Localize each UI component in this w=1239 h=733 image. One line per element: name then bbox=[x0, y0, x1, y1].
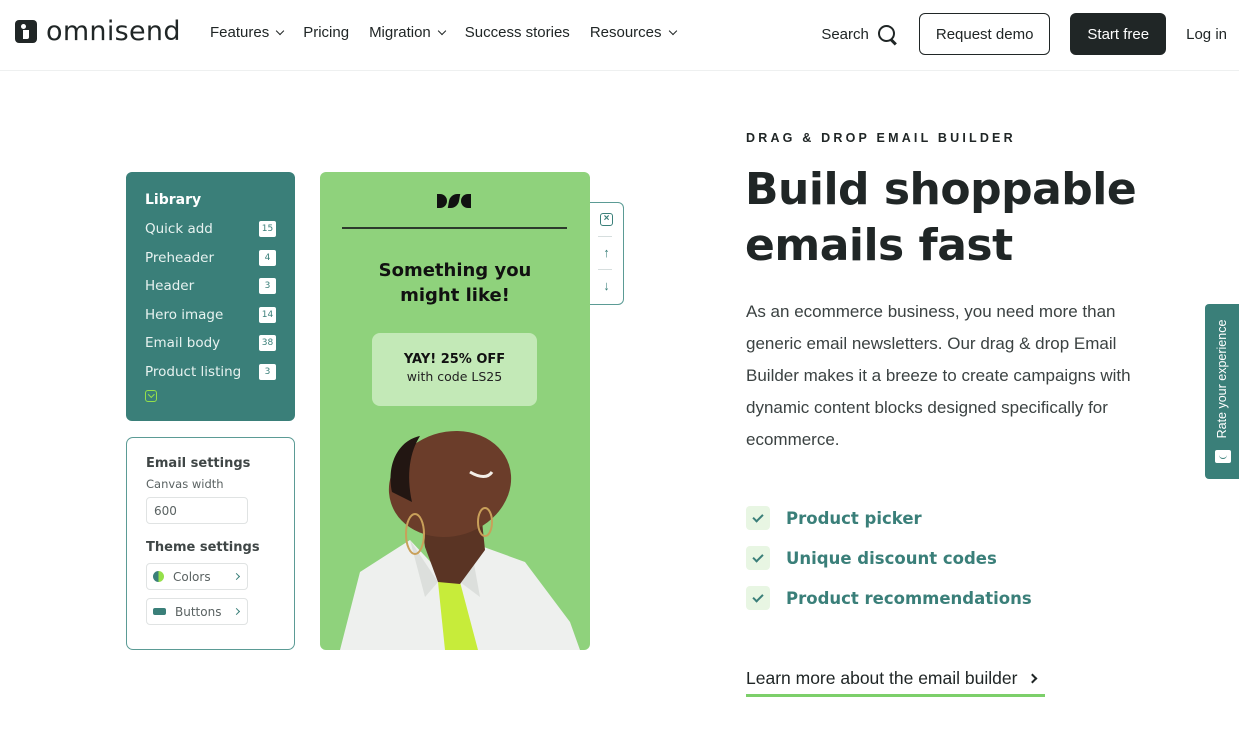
theme-option-buttons[interactable]: Buttons bbox=[146, 598, 248, 625]
email-headline-line: Something you bbox=[378, 260, 532, 281]
block-toolbar: × ↑ ↓ bbox=[590, 202, 624, 305]
library-item-label: Product listing bbox=[145, 363, 242, 380]
discount-coupon: YAY! 25% OFF with code LS25 bbox=[372, 333, 537, 406]
theme-settings-title: Theme settings bbox=[146, 540, 260, 555]
arrow-up-icon: ↑ bbox=[603, 245, 610, 260]
chevron-down-icon bbox=[275, 26, 285, 35]
rate-experience-label: Rate your experience bbox=[1215, 319, 1229, 439]
nav-item-label: Migration bbox=[369, 24, 431, 41]
nav-item-label: Success stories bbox=[464, 24, 570, 41]
library-item-count: 15 bbox=[259, 221, 276, 238]
nav-item-label: Pricing bbox=[303, 24, 350, 41]
library-item[interactable]: Header 3 bbox=[145, 272, 276, 301]
library-item-label: Email body bbox=[145, 335, 221, 352]
coupon-title: YAY! 25% OFF bbox=[403, 352, 506, 367]
omnisend-logo[interactable]: omnisend bbox=[15, 18, 181, 45]
color-swatch-icon bbox=[153, 571, 164, 582]
canvas-width-label: Canvas width bbox=[146, 477, 224, 491]
canvas-width-input[interactable]: 600 bbox=[146, 497, 248, 524]
feature-label: Unique discount codes bbox=[786, 548, 997, 568]
nav-item-pricing[interactable]: Pricing bbox=[303, 24, 349, 41]
coupon-code: with code LS25 bbox=[406, 369, 503, 384]
nav-actions: Search Request demo Start free Log in bbox=[821, 13, 1227, 55]
page-title-line: Build shoppable bbox=[745, 164, 1137, 215]
feature-item: Product recommendations bbox=[746, 572, 1032, 624]
checkmark-icon bbox=[746, 586, 770, 610]
library-item-label: Quick add bbox=[145, 221, 213, 238]
library-item[interactable]: Preheader 4 bbox=[145, 244, 276, 273]
learn-more-label: Learn more about the email builder bbox=[746, 668, 1018, 688]
library-item-count: 3 bbox=[259, 363, 276, 380]
move-down-button[interactable]: ↓ bbox=[590, 269, 623, 302]
library-item[interactable]: Quick add 15 bbox=[145, 215, 276, 244]
checkmark-icon bbox=[746, 546, 770, 570]
button-shape-icon bbox=[153, 608, 166, 615]
nav-item-success-stories[interactable]: Success stories bbox=[465, 24, 570, 41]
theme-option-colors[interactable]: Colors bbox=[146, 563, 248, 590]
email-headline: Something you might like! bbox=[320, 258, 590, 308]
library-item-label: Header bbox=[145, 278, 195, 295]
page-title: Build shoppable emails fast bbox=[745, 162, 1185, 274]
email-preview: Something you might like! YAY! 25% OFF w… bbox=[320, 172, 590, 650]
divider bbox=[342, 227, 567, 229]
page-title-line: emails fast bbox=[745, 220, 1013, 271]
feature-label: Product recommendations bbox=[786, 588, 1032, 608]
library-item-count: 14 bbox=[259, 306, 276, 323]
library-item-label: Preheader bbox=[145, 249, 215, 266]
logo-text: omnisend bbox=[46, 16, 181, 47]
brand-logo-icon bbox=[437, 194, 471, 208]
email-settings-title: Email settings bbox=[146, 456, 251, 471]
feature-list: Product picker Unique discount codes Pro… bbox=[746, 492, 1032, 624]
chevron-right-icon bbox=[232, 607, 241, 616]
start-free-button[interactable]: Start free bbox=[1070, 13, 1167, 55]
nav-item-migration[interactable]: Migration bbox=[369, 24, 447, 41]
library-item[interactable]: Product listing 3 bbox=[145, 358, 276, 387]
learn-more-link[interactable]: Learn more about the email builder bbox=[746, 668, 1045, 697]
expand-chevron-icon[interactable] bbox=[145, 390, 157, 402]
chevron-down-icon bbox=[437, 26, 447, 35]
section-eyebrow: DRAG & DROP EMAIL BUILDER bbox=[746, 131, 1016, 145]
rate-experience-tab[interactable]: Rate your experience bbox=[1205, 304, 1239, 479]
library-item-label: Hero image bbox=[145, 306, 224, 323]
main-menu: Features Pricing Migration Success stori… bbox=[210, 24, 677, 41]
theme-option-label: Colors bbox=[173, 569, 211, 584]
library-panel: Library Quick add 15 Preheader 4 Header … bbox=[126, 172, 295, 421]
library-item-count: 3 bbox=[259, 278, 276, 295]
arrow-down-icon: ↓ bbox=[603, 278, 610, 293]
search-label: Search bbox=[821, 25, 869, 43]
move-up-button[interactable]: ↑ bbox=[590, 236, 623, 269]
chevron-right-icon bbox=[232, 572, 241, 581]
nav-item-resources[interactable]: Resources bbox=[589, 24, 677, 41]
omnisend-logo-icon bbox=[15, 20, 37, 43]
library-item[interactable]: Hero image 14 bbox=[145, 301, 276, 330]
login-link[interactable]: Log in bbox=[1186, 26, 1227, 43]
top-navigation: omnisend Features Pricing Migration Succ… bbox=[0, 0, 1239, 71]
search-icon bbox=[877, 24, 897, 44]
smiley-chat-icon bbox=[1215, 450, 1231, 463]
library-item-count: 4 bbox=[259, 249, 276, 266]
section-description: As an ecommerce business, you need more … bbox=[746, 302, 1131, 449]
search-button[interactable]: Search bbox=[821, 24, 897, 44]
email-settings-panel: Email settings Canvas width 600 Theme se… bbox=[126, 437, 295, 650]
nav-item-label: Resources bbox=[589, 24, 662, 41]
close-icon: × bbox=[600, 213, 613, 226]
nav-item-features[interactable]: Features bbox=[210, 24, 285, 41]
feature-label: Product picker bbox=[786, 508, 922, 528]
library-title: Library bbox=[145, 192, 202, 208]
email-headline-line: might like! bbox=[400, 285, 510, 306]
hero-photo-woman bbox=[340, 430, 580, 650]
nav-item-label: Features bbox=[210, 24, 270, 41]
chevron-right-icon bbox=[1027, 673, 1038, 684]
library-item-count: 38 bbox=[259, 335, 276, 352]
library-item[interactable]: Email body 38 bbox=[145, 329, 276, 358]
request-demo-button[interactable]: Request demo bbox=[918, 13, 1051, 55]
checkmark-icon bbox=[746, 506, 770, 530]
theme-option-label: Buttons bbox=[175, 604, 222, 619]
remove-block-button[interactable]: × bbox=[590, 203, 623, 236]
chevron-down-icon bbox=[668, 26, 677, 35]
